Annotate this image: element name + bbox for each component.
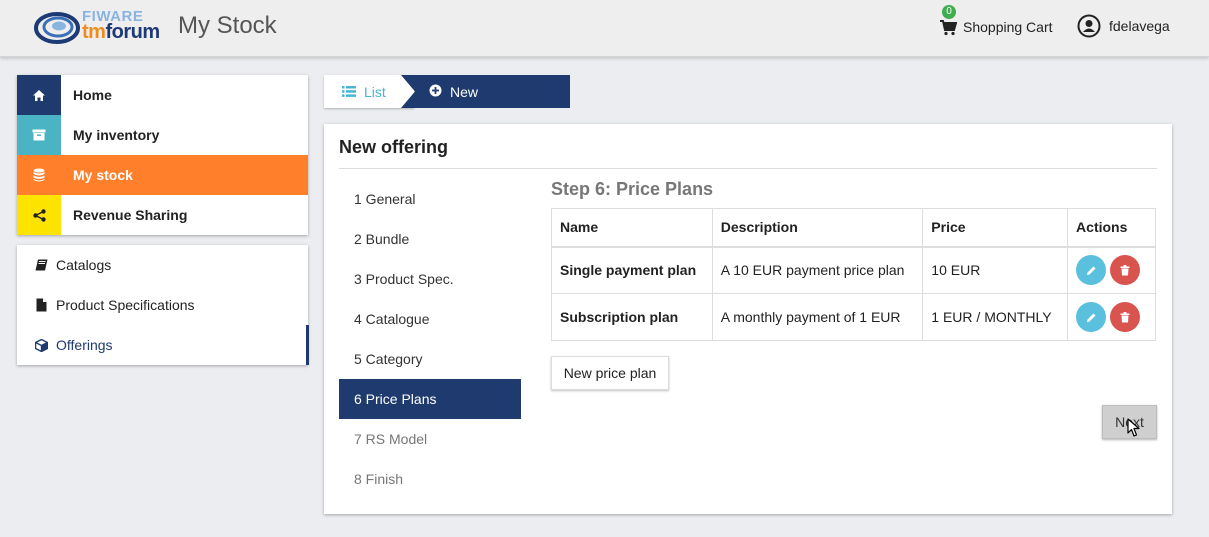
- table-row: Single payment plan A 10 EUR payment pri…: [551, 246, 1156, 294]
- column-header-actions: Actions: [1067, 208, 1156, 248]
- trash-icon: [1120, 264, 1130, 276]
- sidebar-item-my-stock[interactable]: My stock: [17, 155, 308, 195]
- share-icon: [17, 195, 61, 235]
- sidebar-item-label: Product Specifications: [56, 297, 195, 313]
- breadcrumb-new-label: New: [450, 83, 479, 100]
- delete-plan-button[interactable]: [1110, 255, 1141, 286]
- cart-icon: [940, 20, 957, 36]
- wizard-steps: 1 General 2 Bundle 3 Product Spec. 4 Cat…: [339, 179, 521, 499]
- plan-price: 1 EUR / MONTHLY: [922, 293, 1069, 341]
- cart-label: Shopping Cart: [963, 19, 1053, 35]
- mouse-pointer-icon: [1127, 418, 1140, 437]
- wizard-step: 7 RS Model: [354, 431, 428, 447]
- sidebar-item-label: Offerings: [56, 337, 113, 353]
- file-icon: [34, 298, 48, 312]
- plan-actions: [1067, 293, 1156, 341]
- sidebar-sub-nav: Catalogs Product Specifications Offering…: [17, 245, 309, 365]
- breadcrumb: List New: [324, 75, 570, 108]
- column-header-price: Price: [922, 208, 1069, 248]
- user-menu[interactable]: fdelavega: [1077, 14, 1170, 38]
- wizard-step: 8 Finish: [354, 471, 404, 487]
- plus-circle-icon: [429, 84, 442, 100]
- table-row: Subscription plan A monthly payment of 1…: [551, 293, 1156, 341]
- sidebar-item-label: Catalogs: [56, 257, 112, 273]
- sidebar-item-offerings[interactable]: Offerings: [17, 325, 309, 365]
- sidebar-item-home[interactable]: Home: [17, 75, 308, 115]
- plan-description: A 10 EUR payment price plan: [711, 246, 924, 294]
- table-header-row: Name Description Price Actions: [551, 208, 1156, 248]
- trash-icon: [1120, 311, 1130, 322]
- wizard-step[interactable]: 3 Product Spec.: [339, 259, 521, 299]
- column-header-name: Name: [551, 208, 713, 248]
- shopping-cart-button[interactable]: Shopping Cart: [939, 16, 1053, 38]
- app-title: My Stock: [178, 12, 277, 39]
- breadcrumb-new[interactable]: New: [401, 75, 570, 108]
- edit-plan-button[interactable]: [1076, 302, 1107, 332]
- divider: [339, 168, 1157, 169]
- database-icon: [17, 155, 61, 195]
- plan-name: Single payment plan: [551, 246, 713, 294]
- wizard-step[interactable]: 1 General: [339, 179, 521, 219]
- new-price-plan-button[interactable]: New price plan: [551, 356, 669, 390]
- logo-tm: tm: [82, 21, 106, 43]
- sidebar-item-label: Revenue Sharing: [73, 207, 188, 223]
- wizard-step-active[interactable]: 6 Price Plans: [339, 379, 521, 419]
- top-header: FIWARE tmforum My Stock Shopping Cart 0 …: [0, 0, 1209, 57]
- cube-icon: [34, 338, 48, 352]
- wizard-step[interactable]: 5 Category: [339, 339, 521, 379]
- price-plans-table: Name Description Price Actions Single pa…: [551, 208, 1156, 341]
- sidebar-item-revenue-sharing[interactable]: Revenue Sharing: [17, 195, 308, 235]
- sidebar-main-nav: Home My inventory My stock Revenue Shari…: [17, 75, 308, 235]
- plan-price: 10 EUR: [922, 246, 1069, 294]
- user-circle-icon: [1077, 14, 1101, 38]
- column-header-description: Description: [711, 208, 924, 248]
- plan-name: Subscription plan: [551, 293, 713, 341]
- logo[interactable]: FIWARE tmforum: [34, 7, 170, 47]
- pencil-icon: [1086, 313, 1096, 322]
- step-title: Step 6: Price Plans: [551, 179, 714, 199]
- pencil-icon: [1086, 266, 1096, 275]
- sidebar-item-label: My inventory: [73, 127, 160, 143]
- home-icon: [17, 75, 61, 115]
- sidebar-item-label: My stock: [73, 167, 133, 183]
- sidebar-item-my-inventory[interactable]: My inventory: [17, 115, 308, 155]
- delete-plan-button[interactable]: [1110, 302, 1141, 332]
- sidebar-item-label: Home: [73, 87, 112, 103]
- plan-description: A monthly payment of 1 EUR: [711, 293, 924, 341]
- logo-forum: forum: [105, 21, 160, 43]
- edit-plan-button[interactable]: [1076, 255, 1107, 286]
- breadcrumb-list-label: List: [364, 83, 386, 100]
- user-name: fdelavega: [1109, 18, 1170, 34]
- archive-icon: [17, 115, 61, 155]
- new-offering-panel: New offering 1 General 2 Bundle 3 Produc…: [324, 124, 1172, 514]
- logo-swirl-icon: [34, 12, 80, 44]
- logo-tmforum-text: tmforum: [82, 21, 160, 44]
- plan-actions: [1067, 246, 1156, 294]
- cart-count-badge: 0: [942, 5, 956, 19]
- list-icon: [342, 84, 356, 100]
- wizard-step[interactable]: 2 Bundle: [339, 219, 521, 259]
- breadcrumb-list[interactable]: List: [324, 75, 414, 108]
- book-icon: [34, 258, 48, 272]
- sidebar-item-product-specifications[interactable]: Product Specifications: [17, 285, 308, 325]
- sidebar-item-catalogs[interactable]: Catalogs: [17, 245, 308, 285]
- wizard-step[interactable]: 4 Catalogue: [339, 299, 521, 339]
- panel-title: New offering: [339, 137, 449, 157]
